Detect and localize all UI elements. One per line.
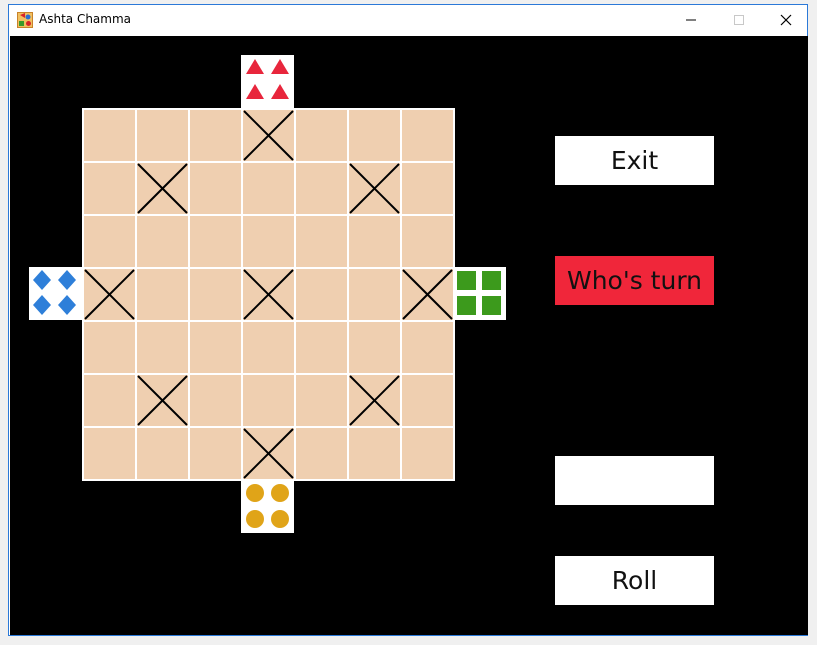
safe-square-cross-icon	[243, 428, 294, 479]
board-cell[interactable]	[137, 375, 188, 426]
square-icon	[482, 271, 501, 290]
board-cell[interactable]	[349, 216, 400, 267]
board-cell[interactable]	[296, 163, 347, 214]
safe-square-cross-icon	[243, 269, 294, 320]
circle-icon	[271, 510, 289, 528]
board-cell[interactable]	[349, 375, 400, 426]
safe-square-cross-icon	[84, 269, 135, 320]
board-cell[interactable]	[243, 110, 294, 161]
board-cell[interactable]	[402, 269, 453, 320]
red-home[interactable]	[241, 55, 294, 108]
board-cell[interactable]	[402, 322, 453, 373]
board-cell[interactable]	[190, 269, 241, 320]
board-cell[interactable]	[349, 322, 400, 373]
maximize-button[interactable]	[716, 5, 762, 35]
board-cell[interactable]	[402, 163, 453, 214]
game-area: Exit Who's turn Roll	[10, 36, 808, 635]
minimize-button[interactable]	[668, 5, 714, 35]
board-cell[interactable]	[243, 269, 294, 320]
board-cell[interactable]	[137, 322, 188, 373]
triangle-icon	[271, 59, 289, 74]
diamond-icon	[33, 295, 51, 315]
board-cell[interactable]	[84, 375, 135, 426]
board-cell[interactable]	[243, 375, 294, 426]
board-cell[interactable]	[296, 269, 347, 320]
board-cell[interactable]	[349, 269, 400, 320]
safe-square-cross-icon	[243, 110, 294, 161]
board-cell[interactable]	[243, 428, 294, 479]
circle-icon	[246, 510, 264, 528]
board-cell[interactable]	[84, 163, 135, 214]
board-cell[interactable]	[402, 216, 453, 267]
board-cell[interactable]	[296, 428, 347, 479]
board-cell[interactable]	[84, 110, 135, 161]
maximize-icon	[734, 15, 744, 25]
roll-button-label: Roll	[611, 566, 658, 595]
close-button[interactable]	[763, 5, 809, 35]
board-cell[interactable]	[137, 163, 188, 214]
board-cell[interactable]	[137, 216, 188, 267]
safe-square-cross-icon	[349, 375, 400, 426]
board-cell[interactable]	[402, 375, 453, 426]
diamond-icon	[33, 270, 51, 290]
board-cell[interactable]	[84, 428, 135, 479]
roll-button[interactable]: Roll	[555, 556, 714, 605]
board-cell[interactable]	[190, 428, 241, 479]
dice-display	[555, 456, 714, 505]
board-cell[interactable]	[402, 428, 453, 479]
exit-button[interactable]: Exit	[555, 136, 714, 185]
triangle-icon	[271, 84, 289, 99]
close-icon	[780, 14, 792, 26]
board-cell[interactable]	[137, 110, 188, 161]
diamond-icon	[58, 295, 76, 315]
board-cell[interactable]	[402, 110, 453, 161]
square-icon	[482, 296, 501, 315]
board-cell[interactable]	[296, 216, 347, 267]
safe-square-cross-icon	[402, 269, 453, 320]
board-cell[interactable]	[296, 110, 347, 161]
circle-icon	[271, 484, 289, 502]
board-cell[interactable]	[349, 428, 400, 479]
triangle-icon	[246, 59, 264, 74]
board-cell[interactable]	[243, 322, 294, 373]
board-cell[interactable]	[190, 110, 241, 161]
safe-square-cross-icon	[137, 375, 188, 426]
yellow-home[interactable]	[241, 480, 294, 533]
board-cell[interactable]	[349, 163, 400, 214]
green-home[interactable]	[453, 267, 506, 320]
board-cell[interactable]	[190, 322, 241, 373]
board-cell[interactable]	[137, 269, 188, 320]
circle-icon	[246, 484, 264, 502]
square-icon	[457, 271, 476, 290]
square-icon	[457, 296, 476, 315]
board-cell[interactable]	[243, 163, 294, 214]
exit-button-label: Exit	[610, 146, 659, 175]
board-cell[interactable]	[190, 163, 241, 214]
board-cell[interactable]	[190, 216, 241, 267]
game-board	[82, 108, 455, 481]
title-bar[interactable]: Ashta Chamma	[9, 5, 807, 35]
window-title: Ashta Chamma	[39, 12, 132, 26]
board-cell[interactable]	[296, 375, 347, 426]
triangle-icon	[246, 84, 264, 99]
board-cell[interactable]	[349, 110, 400, 161]
board-cell[interactable]	[243, 216, 294, 267]
board-cell[interactable]	[84, 216, 135, 267]
safe-square-cross-icon	[137, 163, 188, 214]
diamond-icon	[58, 270, 76, 290]
board-cell[interactable]	[84, 269, 135, 320]
minimize-icon	[686, 19, 696, 21]
app-icon	[17, 12, 33, 28]
board-cell[interactable]	[84, 322, 135, 373]
turn-indicator-label: Who's turn	[566, 266, 703, 295]
board-cell[interactable]	[190, 375, 241, 426]
blue-home[interactable]	[29, 267, 82, 320]
board-cell[interactable]	[296, 322, 347, 373]
turn-indicator: Who's turn	[555, 256, 714, 305]
safe-square-cross-icon	[349, 163, 400, 214]
board-cell[interactable]	[137, 428, 188, 479]
